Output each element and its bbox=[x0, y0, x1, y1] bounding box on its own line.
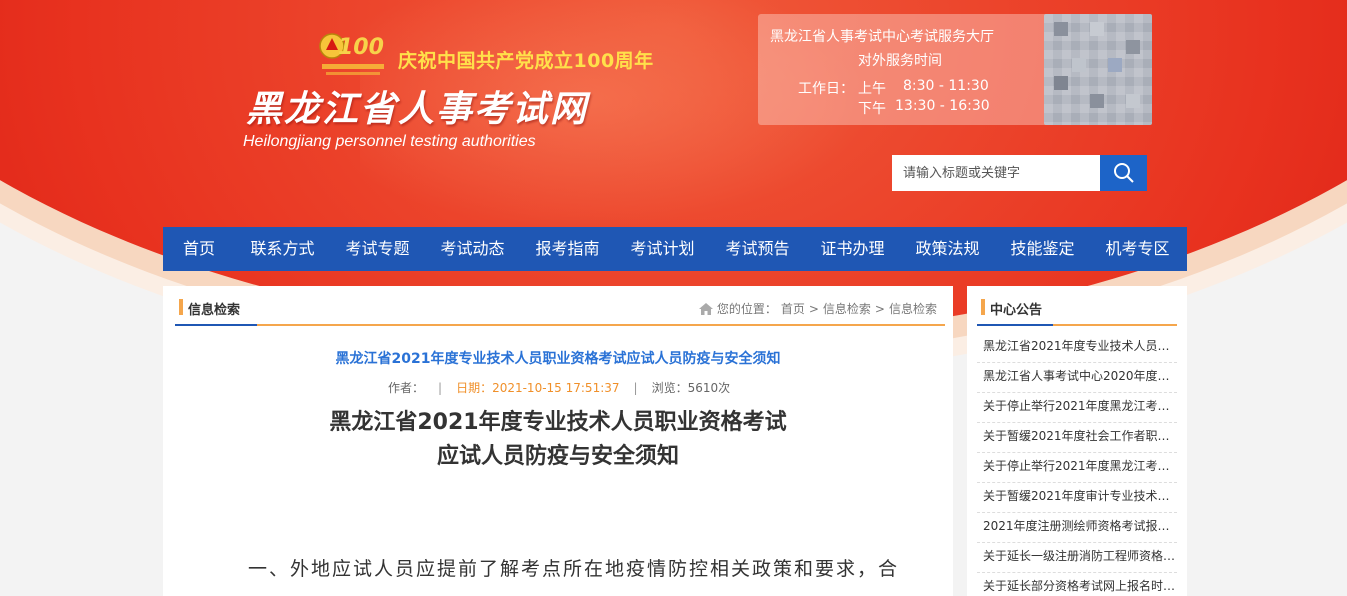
breadcrumb-info-search[interactable]: 信息检索 bbox=[823, 300, 871, 317]
qr-code-image bbox=[1044, 14, 1152, 125]
breadcrumb-separator: > bbox=[874, 301, 885, 316]
section-underline bbox=[977, 324, 1053, 326]
notice-panel-header: 中心公告 bbox=[977, 296, 1177, 326]
breadcrumb-home[interactable]: 首页 bbox=[781, 300, 805, 317]
anniversary-slogan: 庆祝中国共产党成立100周年 bbox=[398, 50, 654, 72]
notice-item[interactable]: 黑龙江省2021年度专业技术人员职业资格考试应试人员防疫与安全须知 bbox=[977, 333, 1177, 363]
search-button[interactable] bbox=[1100, 155, 1147, 191]
nav-contact[interactable]: 联系方式 bbox=[235, 227, 330, 271]
notice-item[interactable]: 关于暂缓2021年度审计专业技术资格考试的通知 bbox=[977, 483, 1177, 513]
main-nav: 首页 联系方式 考试专题 考试动态 报考指南 考试计划 考试预告 证书办理 政策… bbox=[163, 227, 1187, 271]
service-hours-subtitle: 对外服务时间 bbox=[858, 53, 942, 69]
search-bar bbox=[892, 155, 1147, 191]
site-title[interactable]: 黑龙江省人事考试网 bbox=[246, 80, 588, 132]
breadcrumb-current[interactable]: 信息检索 bbox=[889, 300, 937, 317]
nav-skill-assessment[interactable]: 技能鉴定 bbox=[995, 227, 1090, 271]
section-marker bbox=[981, 299, 985, 315]
nav-certificates[interactable]: 证书办理 bbox=[805, 227, 900, 271]
article-title-line-1: 黑龙江省2021年度专业技术人员职业资格考试 bbox=[329, 410, 787, 435]
nav-exam-news[interactable]: 考试动态 bbox=[425, 227, 520, 271]
service-hall-title: 黑龙江省人事考试中心考试服务大厅 bbox=[770, 29, 994, 45]
site-subtitle: Heilongjiang personnel testing authoriti… bbox=[243, 133, 536, 150]
article-panel-header: 信息检索 您的位置： 首页 > 信息检索 > 信息检索 bbox=[175, 296, 945, 326]
article-date: 日期：2021-10-15 17:51:37 bbox=[456, 381, 620, 395]
article-panel: 信息检索 您的位置： 首页 > 信息检索 > 信息检索 黑龙江省2021年度专业… bbox=[163, 286, 953, 596]
home-icon bbox=[698, 302, 713, 315]
section-underline bbox=[175, 324, 257, 326]
breadcrumb: 您的位置： 首页 > 信息检索 > 信息检索 bbox=[698, 300, 937, 317]
notice-item[interactable]: 关于停止举行2021年度黑龙江考区部分考试的通知 bbox=[977, 393, 1177, 423]
nav-exam-plan[interactable]: 考试计划 bbox=[615, 227, 710, 271]
notice-item[interactable]: 黑龙江省人事考试中心2020年度部门决算 bbox=[977, 363, 1177, 393]
article-title: 黑龙江省2021年度专业技术人员职业资格考试 应试人员防疫与安全须知 bbox=[163, 406, 953, 474]
notice-item[interactable]: 2021年度注册测绘师资格考试报名通知 bbox=[977, 513, 1177, 543]
breadcrumb-prefix: 您的位置： bbox=[716, 302, 777, 316]
article-link-title[interactable]: 黑龙江省2021年度专业技术人员职业资格考试应试人员防疫与安全须知 bbox=[163, 348, 953, 368]
notice-list: 黑龙江省2021年度专业技术人员职业资格考试应试人员防疫与安全须知 黑龙江省人事… bbox=[977, 333, 1177, 596]
notice-sidebar: 中心公告 黑龙江省2021年度专业技术人员职业资格考试应试人员防疫与安全须知 黑… bbox=[967, 286, 1187, 596]
article-views: 浏览：5610次 bbox=[651, 381, 731, 395]
search-input[interactable] bbox=[892, 155, 1100, 191]
workday-label: 工作日： bbox=[798, 81, 854, 97]
article-title-line-2: 应试人员防疫与安全须知 bbox=[436, 444, 679, 469]
breadcrumb-separator: > bbox=[808, 301, 819, 316]
notice-item[interactable]: 关于延长部分资格考试网上报名时间的通知 bbox=[977, 573, 1177, 596]
notice-item[interactable]: 关于延长一级注册消防工程师资格考试报名时间的通知 bbox=[977, 543, 1177, 573]
party-100-emblem: 100 bbox=[318, 24, 390, 80]
section-title: 信息检索 bbox=[188, 303, 241, 318]
notice-item[interactable]: 关于暂缓2021年度社会工作者职业水平考试的通知 bbox=[977, 423, 1177, 453]
am-label: 上午 bbox=[858, 81, 886, 97]
search-icon bbox=[1113, 163, 1134, 183]
nav-policies[interactable]: 政策法规 bbox=[900, 227, 995, 271]
nav-exam-topics[interactable]: 考试专题 bbox=[330, 227, 425, 271]
section-marker bbox=[179, 299, 183, 315]
article-meta: 作者： | 日期：2021-10-15 17:51:37 | 浏览：5610次 bbox=[388, 381, 731, 395]
article-author: 作者： bbox=[388, 381, 425, 395]
nav-exam-preview[interactable]: 考试预告 bbox=[710, 227, 805, 271]
article-body-paragraph: 一、外地应试人员应提前了解考点所在地疫情防控相关政策和要求，合 bbox=[248, 558, 900, 580]
am-time: 8:30 - 11:30 bbox=[903, 78, 989, 94]
service-hours-card: 黑龙江省人事考试中心考试服务大厅 对外服务时间 工作日： 上午 8:30 - 1… bbox=[758, 14, 1152, 125]
nav-computer-exam[interactable]: 机考专区 bbox=[1090, 227, 1185, 271]
nav-home[interactable]: 首页 bbox=[163, 227, 235, 271]
nav-registration-guide[interactable]: 报考指南 bbox=[520, 227, 615, 271]
notice-section-title: 中心公告 bbox=[990, 303, 1043, 318]
notice-item[interactable]: 关于停止举行2021年度黑龙江考区考试的通知 bbox=[977, 453, 1177, 483]
svg-text:100: 100 bbox=[338, 35, 384, 60]
pm-label: 下午 bbox=[858, 101, 886, 117]
pm-time: 13:30 - 16:30 bbox=[895, 98, 990, 114]
